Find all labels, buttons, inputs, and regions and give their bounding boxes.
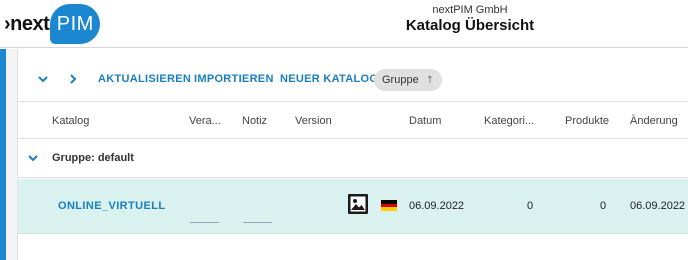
- company-name: nextPIM GmbH: [432, 4, 508, 16]
- new-catalog-button[interactable]: NEUER KATALOG: [280, 73, 378, 85]
- logo-blob: PIM: [50, 4, 101, 44]
- group-by-chip[interactable]: Gruppe ↑: [374, 69, 443, 91]
- column-header-vera[interactable]: Vera...: [189, 115, 221, 127]
- app-header: ›next PIM nextPIM GmbH Katalog Übersicht: [0, 0, 688, 48]
- logo-text-next: ›next: [4, 12, 50, 35]
- page-title: Katalog Übersicht: [405, 17, 535, 34]
- de-flag-icon: [381, 200, 397, 212]
- column-header-notiz[interactable]: Notiz: [242, 115, 267, 127]
- image-icon[interactable]: [348, 194, 368, 214]
- column-header-aenderung[interactable]: Änderung: [630, 115, 678, 127]
- chevron-down-icon[interactable]: [36, 72, 50, 86]
- sort-ascending-icon[interactable]: ↑: [426, 75, 434, 86]
- group-label: Gruppe: default: [52, 152, 134, 164]
- column-header-kategorien[interactable]: Kategori...: [484, 115, 534, 127]
- table-row[interactable]: ONLINE_VIRTUELL 06.09.2022 0 0 06.09.202…: [18, 179, 688, 234]
- toolbar: AKTUALISIEREN IMPORTIEREN NEUER KATALOG …: [18, 63, 688, 95]
- column-header-datum[interactable]: Datum: [409, 115, 441, 127]
- group-chip-label: Gruppe: [382, 74, 419, 86]
- produkte-cell: 0: [600, 200, 607, 212]
- column-header-version[interactable]: Version: [295, 115, 332, 127]
- chevron-down-icon[interactable]: [27, 152, 39, 164]
- table-header: Katalog Vera... Notiz Version Datum Kate…: [18, 101, 688, 139]
- nextpim-logo[interactable]: ›next PIM: [4, 2, 101, 46]
- chevron-right-icon[interactable]: [66, 72, 80, 86]
- kategorien-cell: 0: [527, 200, 534, 212]
- group-row[interactable]: Gruppe: default: [18, 139, 688, 178]
- catalog-name-link[interactable]: ONLINE_VIRTUELL: [58, 200, 165, 212]
- column-header-produkte[interactable]: Produkte: [565, 115, 609, 127]
- datum-cell: 06.09.2022: [409, 200, 465, 212]
- logo-text-pim: PIM: [56, 12, 94, 35]
- import-button[interactable]: IMPORTIEREN: [194, 73, 274, 85]
- main-area: AKTUALISIEREN IMPORTIEREN NEUER KATALOG …: [6, 49, 688, 260]
- app-window: ›next PIM nextPIM GmbH Katalog Übersicht…: [0, 0, 688, 260]
- vera-input-underline[interactable]: [190, 222, 219, 223]
- catalog-panel: AKTUALISIEREN IMPORTIEREN NEUER KATALOG …: [17, 49, 688, 260]
- refresh-button[interactable]: AKTUALISIEREN: [98, 73, 191, 85]
- notiz-input-underline[interactable]: [243, 222, 272, 223]
- column-header-katalog[interactable]: Katalog: [52, 115, 89, 127]
- aenderung-cell: 06.09.2022: [630, 200, 686, 212]
